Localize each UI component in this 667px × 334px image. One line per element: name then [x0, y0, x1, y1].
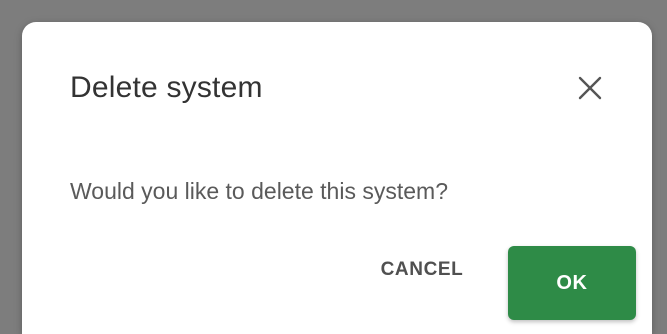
cancel-button[interactable]: CANCEL [362, 248, 482, 292]
ok-button[interactable]: OK [508, 246, 636, 320]
dialog-title: Delete system [70, 71, 263, 104]
delete-system-dialog: Delete system Would you like to delete t… [22, 22, 652, 334]
close-icon [577, 75, 603, 101]
dialog-message: Would you like to delete this system? [70, 178, 448, 204]
close-button[interactable] [572, 70, 608, 106]
